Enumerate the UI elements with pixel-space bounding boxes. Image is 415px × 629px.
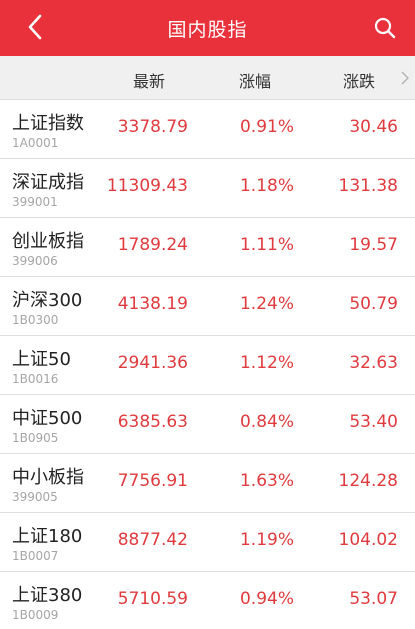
index-row[interactable]: 上证180 1B0007 8877.42 1.19% 104.02 xyxy=(0,513,415,572)
index-row[interactable]: 沪深300 1B0300 4138.19 1.24% 50.79 xyxy=(0,277,415,336)
change-value: 53.40 xyxy=(349,412,398,432)
back-chevron-icon xyxy=(28,14,42,40)
latest-value: 5710.59 xyxy=(117,589,188,609)
latest-value: 11309.43 xyxy=(106,176,188,196)
column-latest[interactable]: 最新 xyxy=(133,68,165,92)
index-code: 399005 xyxy=(12,490,58,504)
index-name: 创业板指 xyxy=(12,231,84,252)
index-code: 1B0905 xyxy=(12,431,59,445)
index-code: 399001 xyxy=(12,195,58,209)
index-row[interactable]: 中小板指 399005 7756.91 1.63% 124.28 xyxy=(0,454,415,513)
change-percent-value: 1.18% xyxy=(239,176,294,196)
change-value: 19.57 xyxy=(349,235,398,255)
latest-value: 2941.36 xyxy=(117,353,188,373)
index-row[interactable]: 深证成指 399001 11309.43 1.18% 131.38 xyxy=(0,159,415,218)
index-code: 1B0007 xyxy=(12,549,59,563)
page-title: 国内股指 xyxy=(167,18,248,41)
search-icon xyxy=(374,17,396,39)
change-percent-value: 1.19% xyxy=(239,530,294,550)
index-name: 上证指数 xyxy=(12,113,84,134)
index-code: 1B0016 xyxy=(12,372,59,386)
column-change-percent[interactable]: 涨幅 xyxy=(239,68,271,92)
column-header-bar: 最新 涨幅 涨跌 xyxy=(0,56,415,100)
index-name: 上证50 xyxy=(12,349,71,370)
index-code: 1B0300 xyxy=(12,313,59,327)
change-percent-value: 1.24% xyxy=(239,294,294,314)
change-value: 50.79 xyxy=(349,294,398,314)
index-row[interactable]: 上证指数 1A0001 3378.79 0.91% 30.46 xyxy=(0,100,415,159)
index-name: 中小板指 xyxy=(12,467,84,488)
index-code: 399006 xyxy=(12,254,58,268)
change-percent-value: 0.84% xyxy=(239,412,294,432)
change-percent-value: 0.91% xyxy=(239,117,294,137)
chevron-right-icon xyxy=(401,71,409,85)
index-name: 上证180 xyxy=(12,526,83,547)
search-button[interactable] xyxy=(367,10,403,46)
latest-value: 7756.91 xyxy=(117,471,188,491)
change-value: 131.38 xyxy=(338,176,398,196)
index-row[interactable]: 上证380 1B0009 5710.59 0.94% 53.07 xyxy=(0,572,415,629)
change-percent-value: 1.11% xyxy=(239,235,294,255)
more-columns-button[interactable] xyxy=(399,70,411,86)
index-name: 深证成指 xyxy=(12,172,84,193)
index-name: 上证380 xyxy=(12,585,83,606)
column-change[interactable]: 涨跌 xyxy=(343,68,375,92)
latest-value: 1789.24 xyxy=(117,235,188,255)
index-row[interactable]: 中证500 1B0905 6385.63 0.84% 53.40 xyxy=(0,395,415,454)
index-list: 上证指数 1A0001 3378.79 0.91% 30.46 深证成指 399… xyxy=(0,100,415,629)
index-row[interactable]: 上证50 1B0016 2941.36 1.12% 32.63 xyxy=(0,336,415,395)
index-row[interactable]: 创业板指 399006 1789.24 1.11% 19.57 xyxy=(0,218,415,277)
latest-value: 8877.42 xyxy=(117,530,188,550)
index-code: 1A0001 xyxy=(12,136,59,150)
change-percent-value: 0.94% xyxy=(239,589,294,609)
change-value: 104.02 xyxy=(338,530,398,550)
change-value: 32.63 xyxy=(349,353,398,373)
change-value: 124.28 xyxy=(338,471,398,491)
index-code: 1B0009 xyxy=(12,608,59,622)
index-name: 沪深300 xyxy=(12,290,83,311)
latest-value: 3378.79 xyxy=(117,117,188,137)
back-button[interactable] xyxy=(18,10,52,44)
top-bar: 国内股指 xyxy=(0,0,415,56)
change-percent-value: 1.12% xyxy=(239,353,294,373)
change-value: 53.07 xyxy=(349,589,398,609)
change-value: 30.46 xyxy=(349,117,398,137)
latest-value: 4138.19 xyxy=(117,294,188,314)
change-percent-value: 1.63% xyxy=(239,471,294,491)
latest-value: 6385.63 xyxy=(117,412,188,432)
index-name: 中证500 xyxy=(12,408,83,429)
